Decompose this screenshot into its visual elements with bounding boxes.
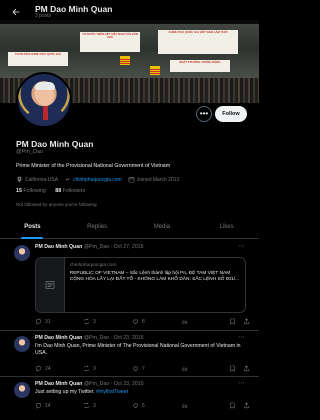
reply-button[interactable]: 14	[35, 402, 51, 409]
not-followed-notice: Not followed by anyone you're following	[16, 202, 97, 207]
link-card[interactable]: chinhphuquocgia.com REPUBLIC OF VIETNAM …	[35, 257, 246, 313]
reply-button[interactable]: 24	[35, 365, 51, 372]
banner-sign: NHẬT TRƯỜNG THÔNG ĐỘNG	[170, 60, 230, 72]
profile-bio: Prime Minister of the Provisional Nation…	[16, 163, 171, 169]
repost-icon	[84, 402, 89, 409]
reply-icon	[35, 318, 42, 325]
share-button[interactable]	[243, 318, 253, 325]
share-icon	[244, 402, 249, 409]
back-button[interactable]	[5, 1, 27, 23]
following-link[interactable]: 15 Following	[16, 188, 46, 194]
follow-counts: 15 Following 88 Followers	[16, 188, 85, 194]
repost-icon	[84, 318, 89, 325]
hashtag-link[interactable]: #myfirstTweet	[96, 389, 128, 395]
profile-handle: @Pm_Dao	[16, 149, 43, 155]
bookmark-button[interactable]	[229, 318, 239, 325]
analytics-icon	[182, 403, 188, 408]
post[interactable]: PM Dao Minh Quan @Pm_Dao · Oct 23, 2015 …	[0, 331, 259, 377]
post-author[interactable]: PM Dao Minh Quan	[35, 381, 82, 387]
post-more-icon[interactable]: ⋯	[238, 333, 245, 341]
link-icon	[65, 178, 70, 181]
post-actions: 31 3 8	[35, 318, 250, 328]
post-meta: @Pm_Dao · Oct 23, 2015	[83, 335, 144, 341]
bookmark-icon	[230, 402, 235, 409]
analytics-icon	[182, 366, 188, 371]
profile-meta: California-USA chinhphuquocgia.com Joine…	[16, 176, 185, 183]
tab-replies[interactable]: Replies	[65, 216, 130, 238]
repost-button[interactable]: 3	[83, 402, 96, 409]
like-button[interactable]: 8	[132, 318, 145, 325]
profile-joined: Joined March 2013	[136, 176, 180, 183]
analytics-icon	[182, 319, 188, 324]
like-button[interactable]: 7	[132, 365, 145, 372]
bookmark-button[interactable]	[229, 402, 239, 409]
share-icon	[244, 365, 249, 372]
profile-name: PM Dao Minh Quan	[16, 139, 94, 149]
repost-button[interactable]: 3	[83, 365, 96, 372]
post-author[interactable]: PM Dao Minh Quan	[35, 335, 82, 341]
profile-tabs: Posts Replies Media Likes	[0, 216, 259, 239]
link-card-thumbnail	[36, 258, 65, 312]
post-text: Just setting up my Twitter. #myfirstTwee…	[35, 389, 129, 395]
post-more-icon[interactable]: ⋯	[238, 379, 245, 387]
bookmark-button[interactable]	[229, 365, 239, 372]
heart-icon	[133, 366, 138, 372]
flag-icon	[150, 66, 160, 75]
post-avatar[interactable]	[14, 245, 30, 261]
banner-sign: CHÍNH PHỦ QUỐC GIA VIỆT NAM LÂM THỜI	[158, 30, 238, 54]
heart-icon	[133, 319, 138, 325]
article-icon	[45, 281, 55, 289]
tab-likes[interactable]: Likes	[194, 216, 259, 238]
post[interactable]: PM Dao Minh Quan @Pm_Dao · Oct 27, 2015 …	[0, 240, 259, 331]
bookmark-icon	[230, 318, 235, 325]
tab-media[interactable]: Media	[130, 216, 195, 238]
repost-button[interactable]: 3	[83, 318, 96, 325]
share-button[interactable]	[243, 402, 253, 409]
post-avatar[interactable]	[14, 336, 30, 352]
calendar-icon	[128, 176, 135, 183]
post-more-icon[interactable]: ⋯	[238, 242, 245, 250]
profile-avatar[interactable]	[16, 72, 72, 128]
post-meta: @Pm_Dao · Oct 27, 2015	[83, 244, 144, 250]
post-author[interactable]: PM Dao Minh Quan	[35, 244, 82, 250]
post-text: I'm Dao Minh Quan, Prime Minister of The…	[35, 343, 241, 357]
post-actions: 24 3 7	[35, 365, 250, 375]
more-options-button[interactable]: •••	[196, 106, 212, 122]
top-bar: PM Dao Minh Quan 3 posts	[0, 0, 259, 24]
heart-icon	[133, 403, 138, 409]
post-avatar[interactable]	[14, 382, 30, 398]
share-icon	[244, 318, 249, 325]
views-button[interactable]	[181, 402, 191, 409]
follow-button[interactable]: Follow	[215, 106, 247, 122]
link-card-domain: chinhphuquocgia.com	[69, 263, 117, 268]
location-icon	[17, 176, 22, 183]
post-meta: @Pm_Dao · Oct 23, 2015	[83, 381, 144, 387]
bookmark-icon	[230, 365, 235, 372]
followers-link[interactable]: 88 Followers	[55, 188, 85, 194]
share-button[interactable]	[243, 365, 253, 372]
views-button[interactable]	[181, 365, 191, 372]
views-button[interactable]	[181, 318, 191, 325]
reply-button[interactable]: 31	[35, 318, 51, 325]
reply-icon	[35, 365, 42, 372]
repost-icon	[84, 365, 89, 372]
back-arrow-icon	[12, 8, 20, 16]
post[interactable]: PM Dao Minh Quan @Pm_Dao · Oct 23, 2015 …	[0, 377, 259, 420]
header-name: PM Dao Minh Quan	[35, 3, 113, 14]
like-button[interactable]: 5	[132, 402, 145, 409]
profile-location: California-USA	[25, 176, 59, 183]
banner-sign: TƯ DƯỚC TRÊN HẾT VIỆT NAM TÂN DÂN CHỦ	[80, 32, 140, 52]
reply-icon	[35, 402, 42, 409]
profile-website-link[interactable]: chinhphuquocgia.com	[73, 177, 122, 183]
header-post-count: 3 posts	[35, 13, 52, 20]
banner-sign: TOÀN DÂN CHÍNH PHỦ QUỐC GIA	[8, 52, 68, 66]
flag-icon	[120, 56, 130, 65]
tab-posts[interactable]: Posts	[0, 216, 65, 238]
link-card-title: REPUBLIC OF VIETNAM – Sắc Lệnh thành lập…	[69, 271, 240, 283]
post-actions: 14 3 5	[35, 402, 250, 412]
